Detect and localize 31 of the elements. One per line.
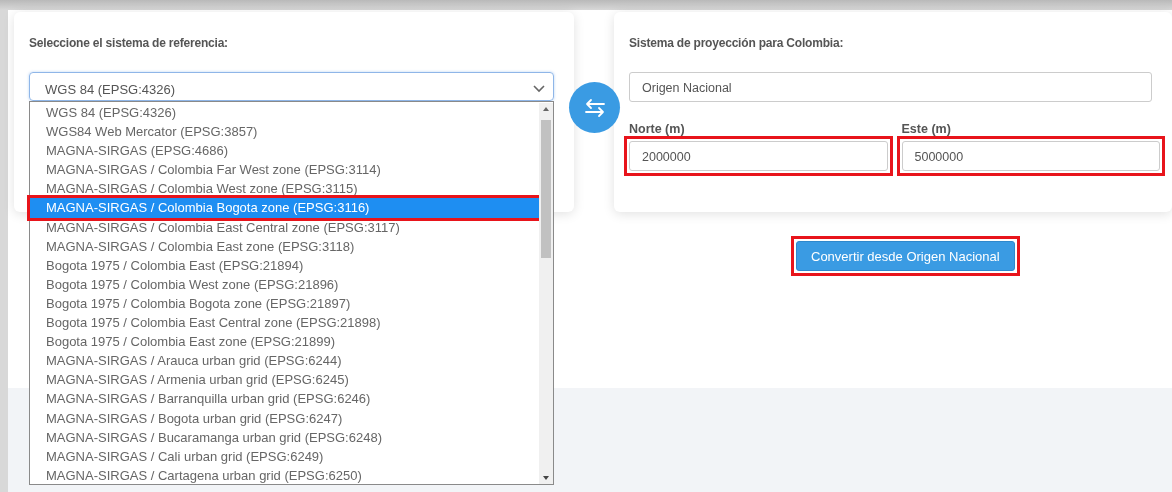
dropdown-option[interactable]: MAGNA-SIRGAS / Bogota urban grid (EPSG:6247) — [30, 408, 539, 428]
dropdown-option[interactable]: Bogota 1975 / Colombia Bogota zone (EPSG:21897) — [30, 293, 539, 314]
reference-select[interactable]: WGS 84 (EPSG:4326) — [29, 72, 554, 101]
field-label: Norte (m) — [629, 122, 686, 136]
coordinate-field[interactable]: 2000000 — [629, 141, 888, 171]
reference-label: Seleccione el sistema de referencia: — [29, 36, 229, 50]
dropdown-option[interactable]: MAGNA-SIRGAS / Colombia Bogota zone (EPSG:3116) — [30, 198, 539, 218]
dropdown-option[interactable]: MAGNA-SIRGAS / Barranquilla urban grid (EPSG:6246) — [30, 389, 539, 409]
dropdown-option[interactable]: MAGNA-SIRGAS / Cartagena urban grid (EPSG:6250) — [30, 465, 539, 485]
dropdown-option[interactable]: Bogota 1975 / Colombia East zone (EPSG:21899) — [30, 332, 539, 352]
dropdown-option[interactable]: MAGNA-SIRGAS / Colombia East Central zone (EPSG:3117) — [30, 217, 539, 237]
dropdown-option[interactable]: WGS 84 (EPSG:4326) — [30, 103, 539, 123]
swap-arrows-icon — [583, 97, 606, 118]
dropdown-option[interactable]: MAGNA-SIRGAS / Colombia Far West zone (EPSG:3114) — [30, 160, 539, 180]
chevron-down-icon — [533, 85, 545, 93]
field-label: Este (m) — [901, 122, 952, 136]
dropdown-option[interactable]: Bogota 1975 / Colombia East (EPSG:21894) — [30, 255, 539, 275]
dropdown-option[interactable]: Bogota 1975 / Colombia West zone (EPSG:21896) — [30, 274, 539, 294]
dropdown-option[interactable]: MAGNA-SIRGAS / Cali urban grid (EPSG:6249) — [30, 446, 539, 466]
dropdown-option[interactable]: MAGNA-SIRGAS / Colombia East zone (EPSG:3118) — [30, 236, 539, 256]
projection-label: Sistema de proyección para Colombia: — [629, 36, 845, 50]
dropdown-option[interactable]: MAGNA-SIRGAS / Colombia West zone (EPSG:3115) — [30, 179, 539, 199]
dropdown-option[interactable]: MAGNA-SIRGAS (EPSG:4686) — [30, 141, 539, 161]
coordinate-field[interactable]: 5000000 — [901, 141, 1160, 171]
dropdown-option[interactable]: Bogota 1975 / Colombia East Central zone (EPSG:21898) — [30, 313, 539, 333]
dropdown-option[interactable]: WGS84 Web Mercator (EPSG:3857) — [30, 122, 539, 142]
system-field[interactable]: Origen Nacional — [629, 72, 1152, 102]
scrollbar[interactable] — [539, 103, 553, 484]
dropdown-option[interactable]: MAGNA-SIRGAS / Armenia urban grid (EPSG:6245) — [30, 370, 539, 390]
dropdown-option[interactable]: MAGNA-SIRGAS / Bucaramanga urban grid (EPSG:6248) — [30, 427, 539, 447]
dropdown-option[interactable]: MAGNA-SIRGAS / Arauca urban grid (EPSG:6244) — [30, 351, 539, 371]
